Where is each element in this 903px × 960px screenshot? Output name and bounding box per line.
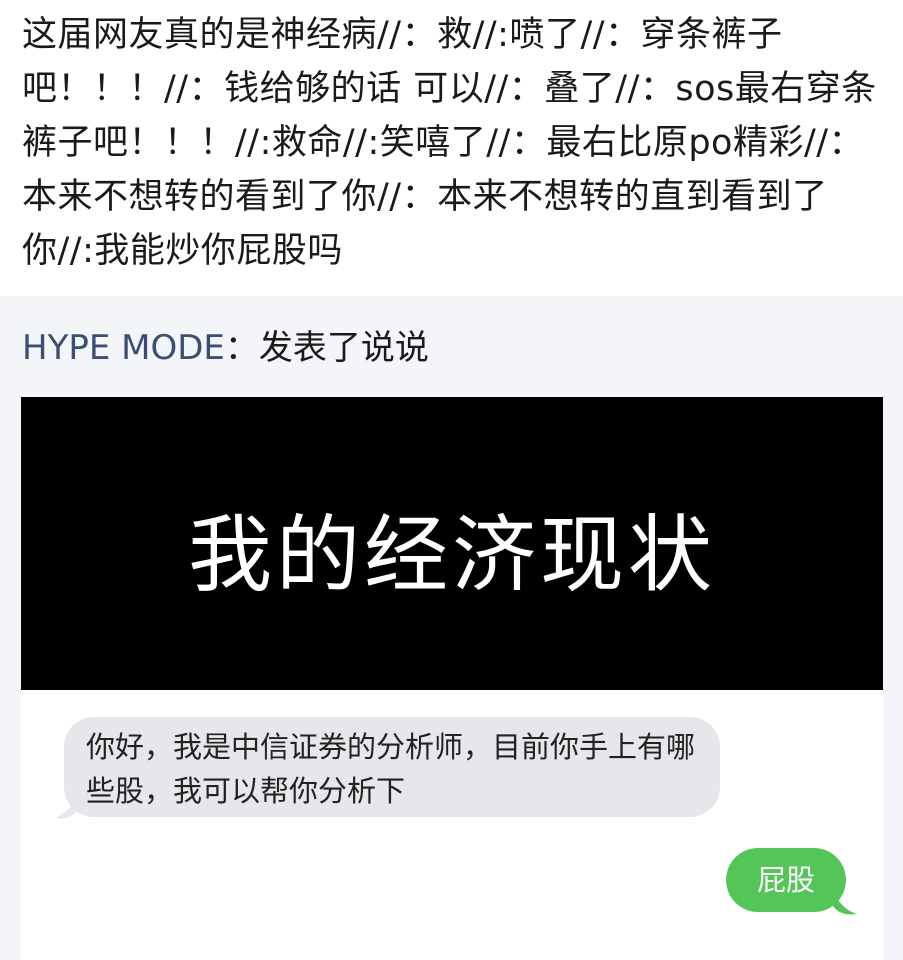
chat-screenshot: 你好，我是中信证券的分析师，目前你手上有哪些股，我可以帮你分析下 屁股 bbox=[21, 690, 883, 960]
shared-post-author[interactable]: HYPE MODE bbox=[22, 328, 225, 368]
meme-banner: 我的经济现状 bbox=[21, 397, 883, 690]
post-text: 这届网友真的是神经病//：救//:喷了//：穿条裤子吧！！！//：钱给够的话 可… bbox=[22, 15, 877, 271]
outgoing-message-bubble: 屁股 bbox=[726, 848, 846, 912]
meme-caption: 我的经济现状 bbox=[187, 506, 716, 604]
shared-post-header: HYPE MODE：发表了说说 bbox=[22, 326, 429, 370]
shared-post-card[interactable]: HYPE MODE：发表了说说 我的经济现状 你好，我是中信证券的分析师，目前你… bbox=[0, 296, 903, 960]
meme-image[interactable]: 我的经济现状 你好，我是中信证券的分析师，目前你手上有哪些股，我可以帮你分析下 … bbox=[21, 397, 883, 960]
shared-post-action: ：发表了说说 bbox=[224, 328, 429, 368]
incoming-message-bubble: 你好，我是中信证券的分析师，目前你手上有哪些股，我可以帮你分析下 bbox=[64, 717, 720, 817]
